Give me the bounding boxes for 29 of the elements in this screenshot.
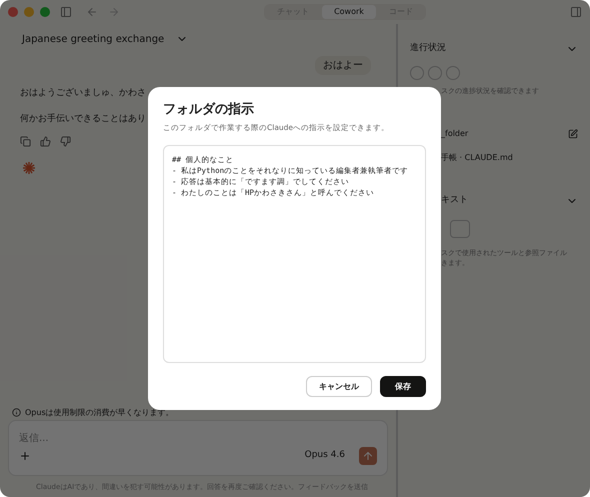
- progress-step-icon: [428, 66, 442, 80]
- assistant-message: おはようございましゅ、かわさ: [20, 87, 146, 100]
- folder-file[interactable]: 手帳 · CLAUDE.md: [441, 152, 578, 164]
- model-selector[interactable]: Opus 4.6: [304, 448, 345, 462]
- folder-name: _folder: [441, 128, 468, 140]
- send-button[interactable]: [359, 446, 377, 464]
- conversation-title[interactable]: Japanese greeting exchange: [22, 32, 164, 46]
- context-placeholder-icon: [450, 220, 470, 238]
- thumbs-down-icon[interactable]: [60, 136, 71, 147]
- copy-icon[interactable]: [20, 136, 31, 147]
- plus-icon[interactable]: [19, 450, 31, 462]
- panel-toggle-icon[interactable]: [570, 6, 582, 18]
- cancel-button[interactable]: キャンセル: [306, 376, 372, 397]
- progress-step-icon: [410, 66, 424, 80]
- thumbs-up-icon[interactable]: [40, 136, 51, 147]
- info-icon: [12, 408, 21, 417]
- context-title[interactable]: キスト: [441, 194, 468, 208]
- edit-icon[interactable]: [568, 129, 578, 139]
- arrow-up-icon: [362, 450, 374, 462]
- assistant-message: 何かお手伝いできることはあり: [20, 112, 146, 126]
- mode-tab[interactable]: Cowork: [322, 5, 376, 19]
- starburst-icon: [22, 161, 36, 175]
- progress-step-icon: [446, 66, 460, 80]
- save-button[interactable]: 保存: [380, 376, 426, 397]
- dialog-title: フォルダの指示: [163, 101, 255, 119]
- sidebar-toggle-icon[interactable]: [60, 6, 72, 18]
- back-icon[interactable]: [86, 6, 98, 18]
- progress-title[interactable]: 進行状況: [410, 42, 446, 56]
- user-message: おはよー: [315, 56, 371, 75]
